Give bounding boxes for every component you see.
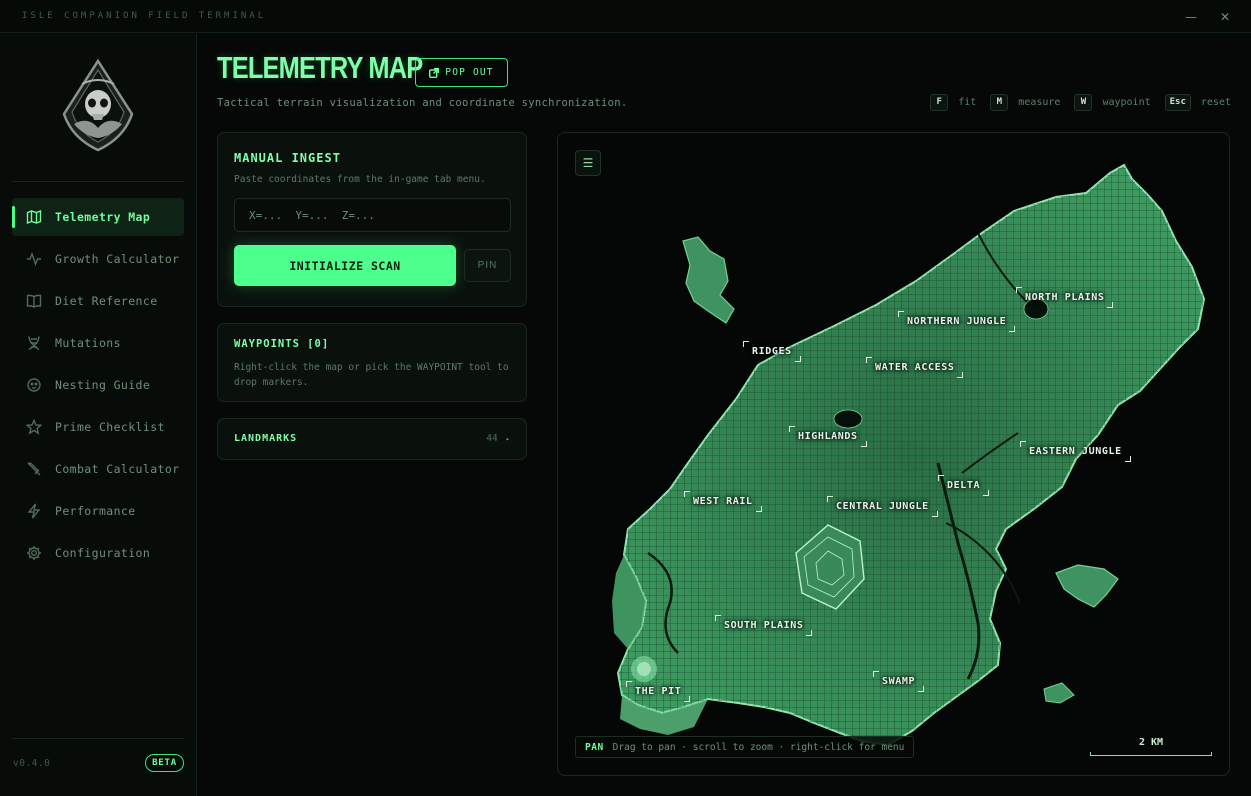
keyboard-shortcuts: F fit M measure W waypoint Esc reset [917,93,1231,111]
map-mode-indicator: PAN [585,741,604,753]
map-label-eastern-jungle[interactable]: EASTERN JUNGLE [1020,441,1131,462]
star-icon [26,419,42,435]
swords-icon [26,461,42,477]
scale-bar-line [1090,752,1212,756]
app-title: ISLE COMPANION FIELD TERMINAL [22,11,267,21]
caret-right-icon: ▸ [505,434,510,443]
map-label-the-pit[interactable]: THE PIT [625,681,691,702]
map-label-water-access[interactable]: WATER ACCESS [865,357,964,378]
sidebar-item-label: Growth Calculator [55,252,180,266]
sidebar-item-nesting-guide[interactable]: Nesting Guide [12,366,184,404]
sidebar-item-prime-checklist[interactable]: Prime Checklist [12,408,184,446]
landmarks-title: LANDMARKS [234,433,298,444]
sidebar-divider [12,738,184,739]
manual-ingest-title: MANUAL INGEST [234,151,341,165]
sidebar-nav: Telemetry Map Growth Calculator Diet Ref… [12,198,184,576]
waypoints-description: Right-click the map or pick the WAYPOINT… [234,362,509,388]
shortcut-label-fit: fit [958,96,977,108]
initialize-scan-button[interactable]: INITIALIZE SCAN [234,245,456,286]
bolt-icon [26,503,42,519]
shortcut-key-measure[interactable]: M [990,93,1009,111]
sidebar-item-diet-reference[interactable]: Diet Reference [12,282,184,320]
beta-badge: BETA [145,754,184,772]
map-icon [26,209,42,225]
shortcut-key-reset[interactable]: Esc [1164,93,1191,111]
sidebar-item-label: Telemetry Map [55,210,151,224]
shortcut-key-waypoint[interactable]: W [1074,93,1093,111]
waypoints-title: WAYPOINTS [0] [234,338,330,350]
map-hint-text: Drag to pan · scroll to zoom · right-cli… [612,741,905,753]
sidebar-divider [12,181,184,182]
sidebar-item-label: Prime Checklist [55,420,165,434]
version-label: v0.4.0 [13,758,51,769]
landmarks-panel[interactable]: LANDMARKS 44 ▸ [217,418,527,460]
page-subtitle: Tactical terrain visualization and coord… [217,97,628,109]
map-menu-button[interactable]: ☰ [575,150,601,176]
map-label-highlands[interactable]: HIGHLANDS [789,426,867,447]
sidebar-item-label: Diet Reference [55,294,158,308]
manual-ingest-panel: MANUAL INGEST Paste coordinates from the… [217,132,527,307]
sidebar-item-performance[interactable]: Performance [12,492,184,530]
sidebar-item-configuration[interactable]: Configuration [12,534,184,572]
external-link-icon [429,67,440,78]
pop-out-button[interactable]: POP OUT [415,58,508,87]
landmarks-count-group: 44 ▸ [486,433,510,444]
map-label-northern-jungle[interactable]: NORTHERN JUNGLE [897,311,1016,332]
page-title: TELEMETRY MAP [217,50,423,85]
gear-icon [26,545,42,561]
sidebar-item-label: Combat Calculator [55,462,180,476]
sidebar-item-label: Mutations [55,336,121,350]
pop-out-label: POP OUT [445,67,494,78]
shortcut-label-waypoint: waypoint [1102,96,1151,108]
skull-emblem-logo [62,58,134,152]
sidebar-item-label: Configuration [55,546,151,560]
shortcut-label-measure: measure [1018,96,1061,108]
landmarks-count: 44 [486,433,498,444]
shortcut-key-fit[interactable]: F [930,93,949,111]
pin-button[interactable]: PIN [464,249,511,282]
sidebar: Telemetry Map Growth Calculator Diet Ref… [0,34,197,796]
waypoints-panel: WAYPOINTS [0] Right-click the map or pic… [217,323,527,402]
map-label-swamp[interactable]: SWAMP [872,671,925,692]
sidebar-item-growth-calculator[interactable]: Growth Calculator [12,240,184,278]
map-label-south-plains[interactable]: SOUTH PLAINS [714,615,813,636]
sidebar-item-label: Nesting Guide [55,378,151,392]
map-label-delta[interactable]: DELTA [937,475,990,496]
dna-icon [26,335,42,351]
activity-icon [26,251,42,267]
map-label-north-plains[interactable]: NORTH PLAINS [1015,287,1114,308]
sidebar-item-mutations[interactable]: Mutations [12,324,184,362]
sidebar-item-telemetry-map[interactable]: Telemetry Map [12,198,184,236]
book-icon [26,293,42,309]
egg-icon [26,377,42,393]
manual-ingest-description: Paste coordinates from the in-game tab m… [234,174,486,185]
shortcut-label-reset: reset [1200,96,1231,108]
map-label-ridges[interactable]: RIDGES [743,341,801,362]
coordinate-input[interactable] [234,198,511,232]
minimize-button[interactable]: — [1182,8,1200,26]
title-bar: ISLE COMPANION FIELD TERMINAL — ✕ [0,0,1251,33]
sidebar-item-label: Performance [55,504,136,518]
telemetry-map[interactable]: ☰ NORTH PLAINS NORTHERN JUNGLE RIDGES WA… [557,132,1230,776]
scale-label: 2 KM [1138,737,1164,748]
close-button[interactable]: ✕ [1216,8,1234,26]
sidebar-item-combat-calculator[interactable]: Combat Calculator [12,450,184,488]
map-label-central-jungle[interactable]: CENTRAL JUNGLE [827,496,938,517]
map-scale-bar: 2 KM [1090,737,1212,756]
map-label-west-rail[interactable]: WEST RAIL [684,491,762,512]
map-interaction-hint: PAN Drag to pan · scroll to zoom · right… [575,736,915,758]
